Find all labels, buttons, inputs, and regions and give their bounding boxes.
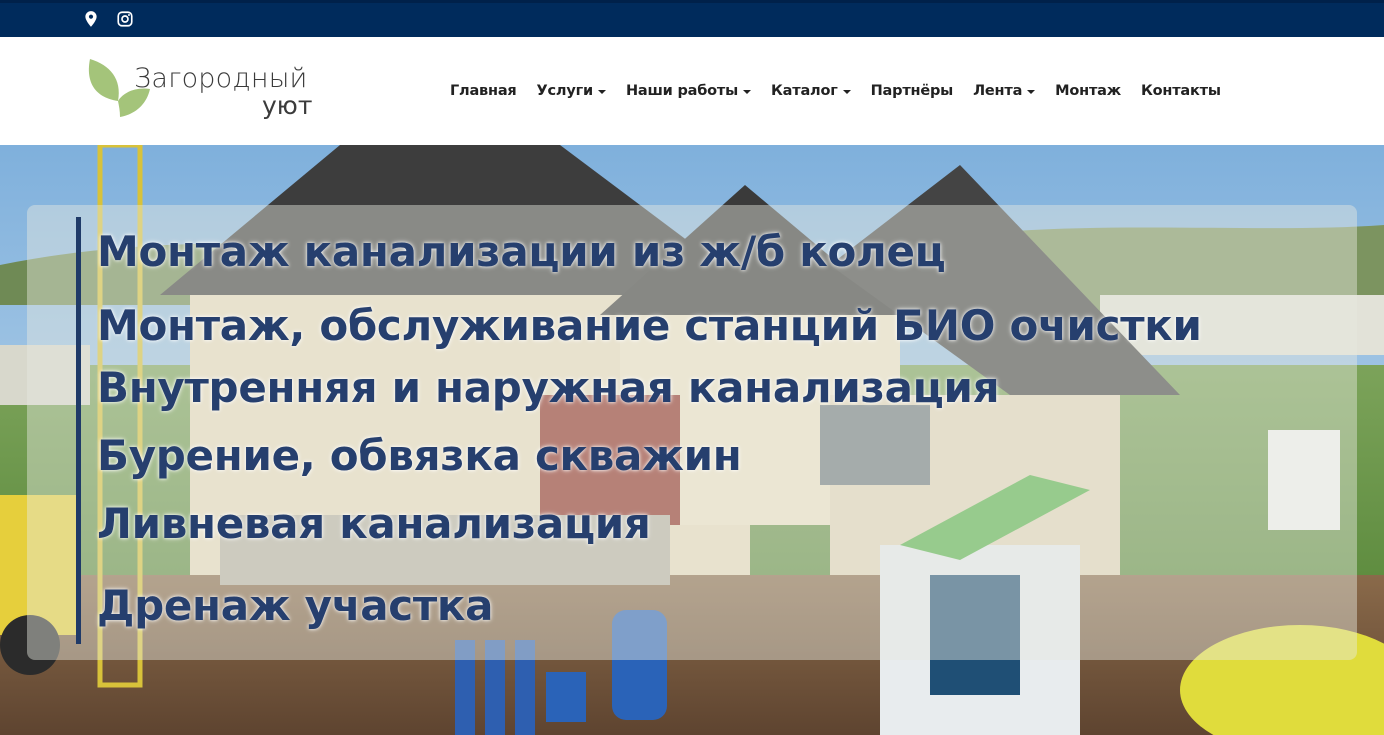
service-link-drilling[interactable]: Бурение, обвязка скважин xyxy=(97,431,742,480)
logo-text-line1: Загородный xyxy=(134,63,308,94)
chevron-down-icon xyxy=(743,90,752,94)
main-nav: Главная Услуги Наши работы Каталог Партн… xyxy=(450,81,1241,101)
nav-item-partners[interactable]: Партнёры xyxy=(871,83,954,99)
accent-divider xyxy=(76,217,81,644)
site-logo[interactable]: Загородный уют xyxy=(84,57,334,123)
site-header: Загородный уют Главная Услуги Наши работ… xyxy=(0,37,1384,145)
instagram-icon[interactable] xyxy=(116,10,134,28)
nav-item-our-works[interactable]: Наши работы xyxy=(626,83,752,99)
nav-item-catalog[interactable]: Каталог xyxy=(771,83,851,99)
service-link-storm-drain[interactable]: Ливневая канализация xyxy=(97,499,651,548)
service-link-sewerage[interactable]: Внутренняя и наружная канализация xyxy=(97,363,1000,412)
nav-item-contacts[interactable]: Контакты xyxy=(1141,83,1221,99)
nav-item-home[interactable]: Главная xyxy=(450,83,517,99)
logo-text-line2: уют xyxy=(262,91,313,120)
top-bar xyxy=(0,0,1384,37)
chevron-down-icon xyxy=(842,90,851,94)
chevron-down-icon xyxy=(1027,90,1036,94)
service-link-bio-stations[interactable]: Монтаж, обслуживание станций БИО очистки xyxy=(97,301,1202,350)
map-pin-icon[interactable] xyxy=(82,10,100,28)
hero-banner: Монтаж канализации из ж/б колец Монтаж, … xyxy=(0,145,1384,735)
nav-item-services[interactable]: Услуги xyxy=(537,83,606,99)
service-link-concrete-rings[interactable]: Монтаж канализации из ж/б колец xyxy=(97,227,946,276)
nav-item-installation[interactable]: Монтаж xyxy=(1055,83,1121,99)
nav-item-feed[interactable]: Лента xyxy=(973,83,1036,99)
chevron-down-icon xyxy=(597,90,606,94)
service-link-drainage[interactable]: Дренаж участка xyxy=(97,581,493,630)
